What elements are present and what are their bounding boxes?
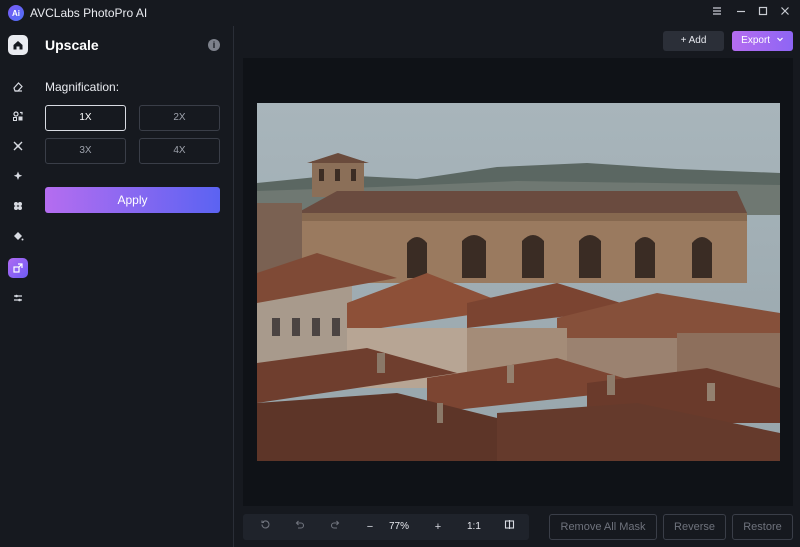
remove-all-mask-button[interactable]: Remove All Mask: [549, 514, 657, 540]
fill-icon[interactable]: [8, 226, 28, 246]
enhance-icon[interactable]: [8, 166, 28, 186]
zoom-in-button[interactable]: +: [428, 514, 448, 540]
export-button[interactable]: Export: [732, 31, 793, 51]
app-logo-text: Ai: [12, 8, 20, 18]
close-icon[interactable]: [776, 4, 794, 22]
effects-icon[interactable]: [8, 196, 28, 216]
reset-icon[interactable]: [255, 514, 275, 540]
replace-icon[interactable]: [8, 106, 28, 126]
chevron-down-icon: [776, 37, 783, 42]
maximize-icon[interactable]: [754, 4, 772, 22]
magnification-3x-button[interactable]: 3X: [45, 138, 126, 164]
info-icon[interactable]: i: [208, 39, 220, 51]
magnification-1x-button[interactable]: 1X: [45, 105, 126, 131]
compare-icon[interactable]: [499, 514, 519, 540]
apply-button[interactable]: Apply: [45, 187, 220, 213]
menu-icon[interactable]: [708, 4, 726, 22]
zoom-toolbar: − 77% + 1:1: [243, 514, 529, 540]
app-logo-icon: Ai: [8, 5, 24, 21]
home-icon[interactable]: [8, 35, 28, 55]
magnification-label: Magnification:: [45, 80, 120, 94]
main-area: + Add Export − 77% + 1:1 Remove All Mask…: [235, 26, 800, 547]
export-label: Export: [741, 35, 771, 46]
restore-button[interactable]: Restore: [732, 514, 793, 540]
panel-title: Upscale: [45, 37, 99, 53]
zoom-level: 77%: [389, 521, 410, 532]
image-canvas[interactable]: [243, 58, 793, 506]
undo-icon[interactable]: [289, 514, 309, 540]
zoom-out-button[interactable]: −: [360, 514, 380, 540]
upscale-panel: Upscale i Magnification: 1X 2X 3X 4X App…: [36, 26, 234, 547]
app-title: AVCLabs PhotoPro AI: [30, 6, 148, 20]
adjust-icon[interactable]: [8, 288, 28, 308]
magnification-4x-button[interactable]: 4X: [139, 138, 220, 164]
eraser-icon[interactable]: [8, 76, 28, 96]
reverse-button[interactable]: Reverse: [663, 514, 726, 540]
magnification-2x-button[interactable]: 2X: [139, 105, 220, 131]
redo-icon[interactable]: [325, 514, 345, 540]
tool-rail: [0, 26, 36, 547]
crop-icon[interactable]: [8, 136, 28, 156]
add-button[interactable]: + Add: [663, 31, 724, 51]
app-window: Ai AVCLabs PhotoPro AI Upscale i Magnifi…: [0, 0, 800, 547]
title-bar: Ai AVCLabs PhotoPro AI: [0, 0, 800, 26]
upscale-icon[interactable]: [8, 258, 28, 278]
minimize-icon[interactable]: [732, 4, 750, 22]
photo-preview[interactable]: [257, 103, 780, 461]
actual-size-button[interactable]: 1:1: [467, 514, 481, 540]
